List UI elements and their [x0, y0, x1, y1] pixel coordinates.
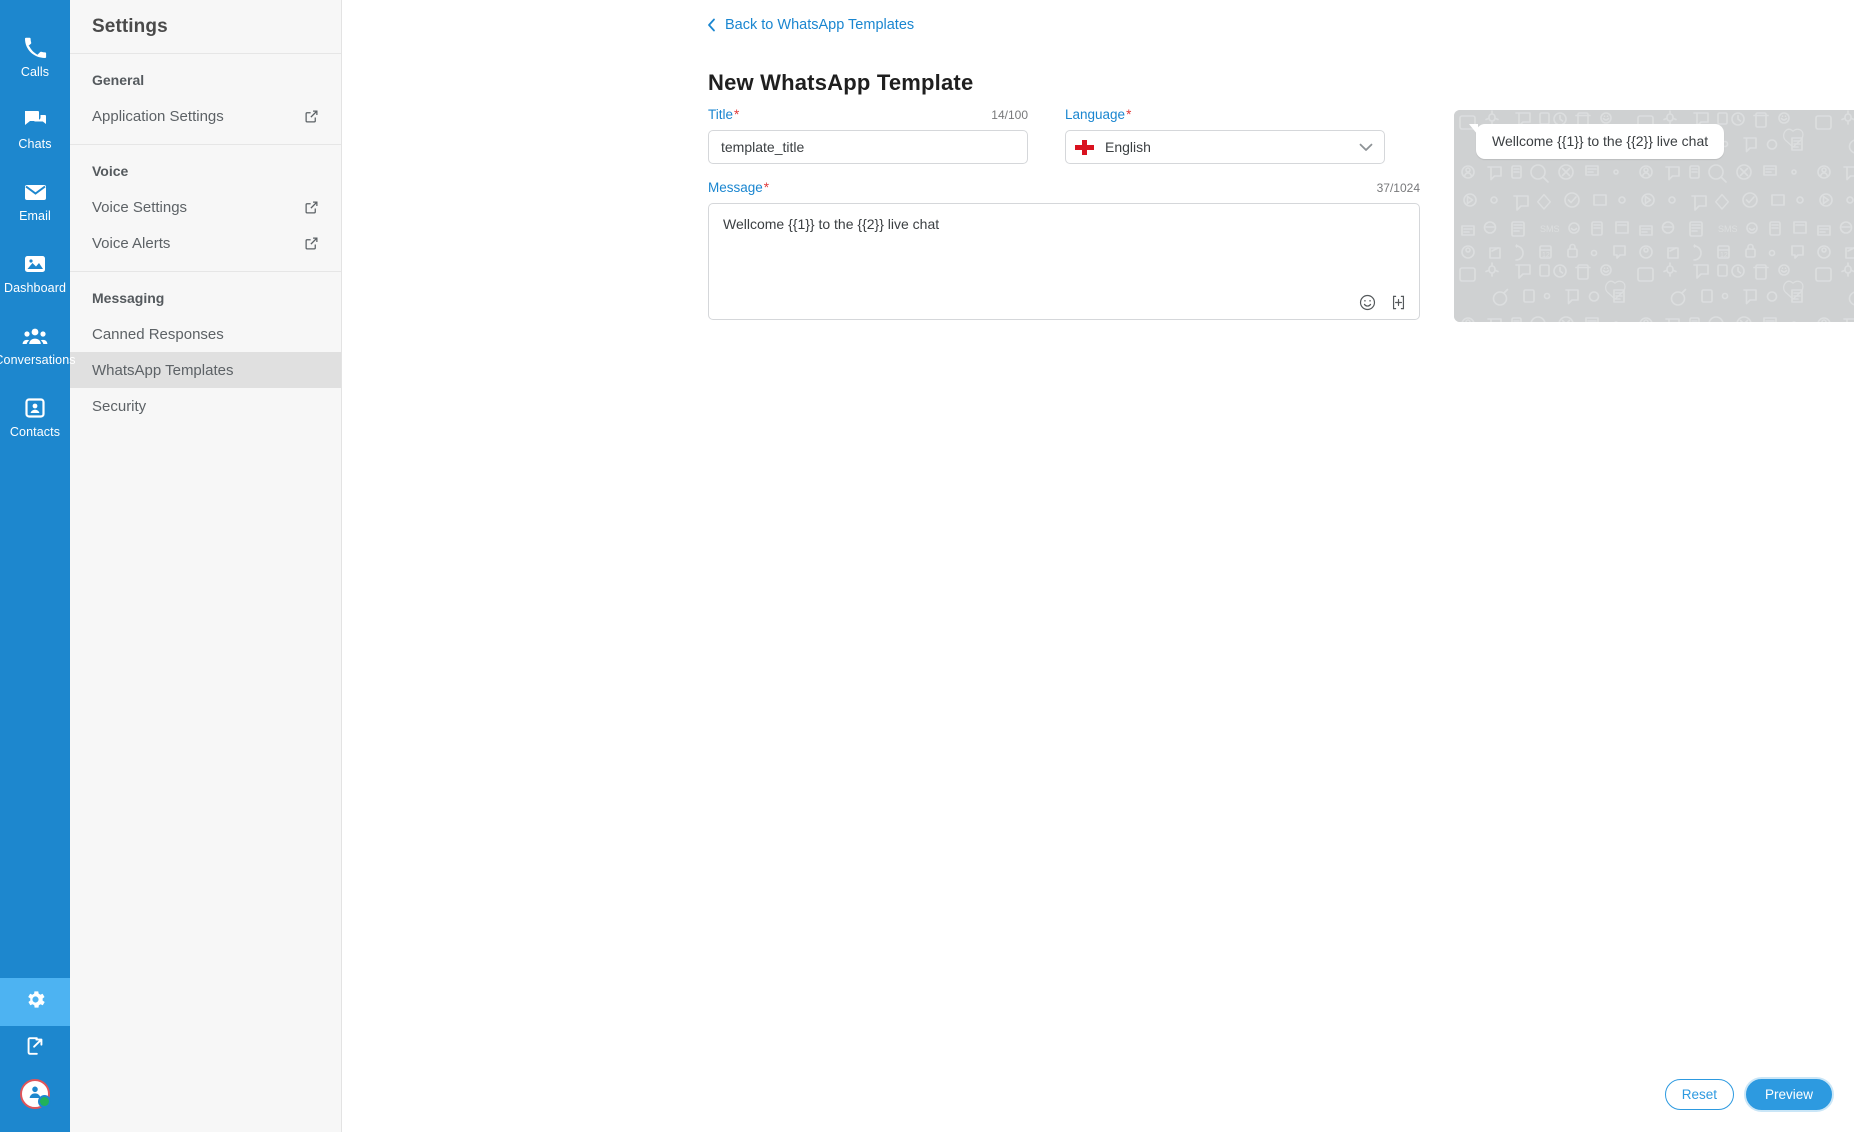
section-title-messaging: Messaging — [92, 290, 165, 306]
sidebar-item-label: Voice Settings — [92, 198, 188, 216]
sidebar-item-label: Security — [92, 397, 147, 415]
avatar — [20, 1079, 51, 1109]
settings-title: Settings — [92, 15, 168, 37]
title-required-mark: * — [734, 107, 740, 122]
sidebar-item-label: WhatsApp Templates — [92, 361, 234, 379]
settings-gear-button[interactable] — [0, 978, 70, 1026]
whatsapp-preview-panel: SMS 12 — [1454, 110, 1854, 322]
rail-item-email[interactable]: Email — [0, 162, 70, 234]
user-avatar-button[interactable] — [0, 1070, 70, 1118]
reset-button[interactable]: Reset — [1664, 1079, 1734, 1110]
logout-icon — [24, 1035, 46, 1062]
rail-label-contacts: Contacts — [9, 424, 61, 439]
gear-icon — [24, 988, 47, 1016]
sidebar-item-label: Application Settings — [92, 107, 224, 125]
language-label-row: Language * — [1065, 107, 1385, 122]
message-toolbar — [1359, 294, 1407, 311]
settings-section-voice: Voice Voice Settings Voice Alerts — [70, 145, 341, 272]
people-group-icon — [22, 318, 48, 348]
title-field-label: Title * — [708, 107, 739, 122]
language-field-label: Language * — [1065, 107, 1131, 122]
title-label-text: Title — [708, 107, 734, 122]
message-field-group: Message * 37/1024 — [708, 180, 1420, 320]
title-field-group: Title * 14/100 — [708, 107, 1028, 164]
envelope-icon — [23, 174, 48, 204]
form-action-buttons: Reset Preview — [1664, 1079, 1832, 1110]
title-input[interactable] — [708, 130, 1028, 164]
rail-label-chats: Chats — [18, 136, 52, 151]
back-to-whatsapp-templates-link[interactable]: Back to WhatsApp Templates — [706, 17, 914, 33]
external-link-icon — [304, 200, 319, 215]
image-chart-icon — [23, 246, 47, 276]
message-label-row: Message * 37/1024 — [708, 180, 1420, 195]
settings-section-messaging: Messaging Canned Responses WhatsApp Temp… — [70, 272, 341, 434]
message-label-text: Message — [708, 180, 763, 195]
external-link-icon — [304, 109, 319, 124]
rail-bottom-group — [0, 978, 70, 1132]
rail-label-calls: Calls — [20, 64, 50, 79]
rail-label-email: Email — [19, 208, 51, 223]
chevron-left-icon — [706, 18, 718, 32]
logout-button[interactable] — [0, 1026, 70, 1070]
rail-item-conversations[interactable]: Conversations — [0, 306, 76, 378]
presence-online-dot — [38, 1095, 51, 1108]
chat-bubbles-icon — [23, 102, 48, 132]
section-title-voice: Voice — [92, 163, 129, 179]
settings-header: Settings — [70, 0, 341, 54]
sidebar-item-voice-settings[interactable]: Voice Settings — [70, 189, 341, 225]
language-required-mark: * — [1126, 107, 1132, 122]
message-textarea[interactable] — [721, 213, 1407, 283]
rail-item-contacts[interactable]: Contacts — [0, 378, 70, 450]
preview-bubble-text: Wellcome {{1}} to the {{2}} live chat — [1492, 133, 1709, 149]
rail-item-calls[interactable]: Calls — [0, 18, 70, 90]
preview-button[interactable]: Preview — [1745, 1079, 1832, 1110]
emoji-smiley-icon[interactable] — [1359, 294, 1376, 311]
insert-placeholder-icon[interactable] — [1390, 294, 1407, 311]
section-title-general: General — [92, 72, 145, 88]
sidebar-item-voice-alerts[interactable]: Voice Alerts — [70, 225, 341, 261]
language-field-group: Language * English — [1065, 107, 1385, 164]
contact-card-icon — [23, 390, 47, 420]
settings-sidebar: Settings General Application Settings Vo… — [70, 0, 342, 1132]
message-required-mark: * — [763, 180, 770, 195]
rail-label-conversations: Conversations — [0, 352, 76, 367]
message-char-counter: 37/1024 — [1376, 181, 1420, 195]
phone-icon — [23, 30, 47, 60]
primary-nav-rail: Calls Chats Email Dashboard Conversation — [0, 0, 76, 1132]
sidebar-item-label: Voice Alerts — [92, 234, 171, 252]
language-select[interactable]: English — [1065, 130, 1385, 164]
title-label-row: Title * 14/100 — [708, 107, 1028, 122]
message-field-label: Message * — [708, 180, 769, 195]
preview-message-bubble: Wellcome {{1}} to the {{2}} live chat — [1468, 124, 1725, 159]
sidebar-item-whatsapp-templates[interactable]: WhatsApp Templates — [70, 352, 341, 388]
main-content: Back to WhatsApp Templates New WhatsApp … — [342, 0, 1854, 1132]
rail-item-chats[interactable]: Chats — [0, 90, 70, 162]
language-selected-value: English — [1105, 139, 1151, 155]
sidebar-item-security[interactable]: Security — [70, 388, 341, 424]
sidebar-item-application-settings[interactable]: Application Settings — [70, 98, 341, 134]
rail-label-dashboard: Dashboard — [3, 280, 67, 295]
language-label-text: Language — [1065, 107, 1126, 122]
sidebar-item-label: Canned Responses — [92, 325, 224, 343]
app-root: Calls Chats Email Dashboard Conversation — [0, 0, 1854, 1132]
sidebar-item-canned-responses[interactable]: Canned Responses — [70, 316, 341, 352]
page-title: New WhatsApp Template — [708, 70, 974, 95]
rail-item-dashboard[interactable]: Dashboard — [0, 234, 70, 306]
title-char-counter: 14/100 — [991, 108, 1028, 122]
chevron-down-icon — [1359, 143, 1373, 152]
external-link-icon — [304, 236, 319, 251]
england-flag-icon — [1075, 139, 1094, 155]
settings-section-general: General Application Settings — [70, 54, 341, 145]
back-link-label: Back to WhatsApp Templates — [725, 17, 915, 33]
message-textarea-box — [708, 203, 1420, 320]
